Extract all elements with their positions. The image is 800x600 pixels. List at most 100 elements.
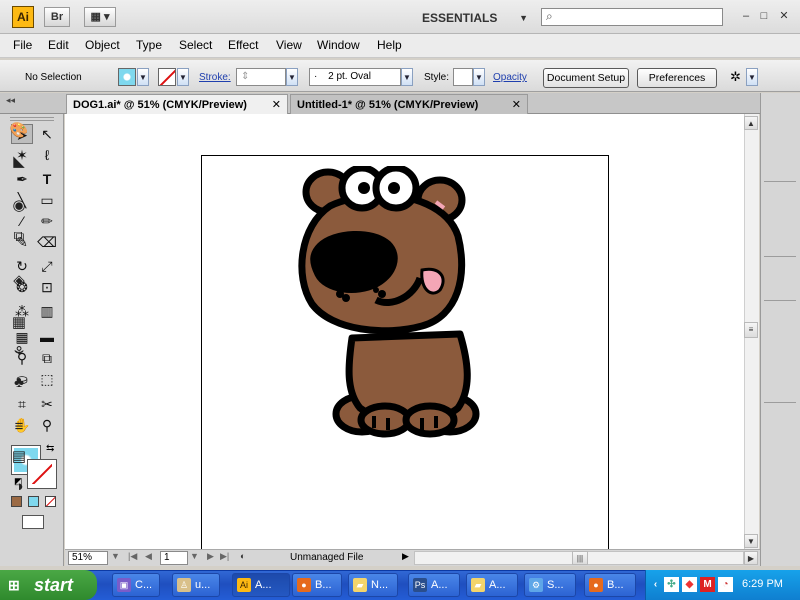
tab-dog1[interactable]: DOG1.ai* @ 51% (CMYK/Preview) ✕ — [66, 94, 288, 114]
close-tab-icon[interactable]: ✕ — [512, 95, 521, 115]
lasso-tool-icon[interactable]: ℓ — [36, 145, 58, 165]
tray-network-icon[interactable]: ✣ — [664, 577, 679, 592]
menu-type[interactable]: Type — [136, 38, 162, 52]
document-setup-button[interactable]: Document Setup — [543, 68, 629, 88]
screen-mode-icon[interactable] — [22, 515, 44, 529]
menu-view[interactable]: View — [276, 38, 302, 52]
layers-icon[interactable]: ◈ — [8, 270, 30, 292]
taskbar-item-illustrator[interactable]: Ai A... — [232, 573, 290, 597]
arrange-documents-button[interactable]: ▦ ▾ — [84, 7, 116, 27]
next-page-icon[interactable]: ▶ — [207, 551, 214, 562]
tray-volume-icon[interactable]: ◔ — [718, 577, 733, 592]
zoom-dropdown-icon[interactable]: ▼ — [111, 551, 120, 561]
menu-effect[interactable]: Effect — [228, 38, 258, 52]
taskbar-item[interactable]: ▣ C... — [112, 573, 160, 597]
maximize-button[interactable]: □ — [756, 8, 772, 24]
graphic-style-dropdown[interactable]: ▼ — [473, 68, 485, 86]
taskbar-item[interactable]: ♙ u... — [172, 573, 220, 597]
pencil-tool-icon[interactable]: ✏ — [36, 211, 58, 231]
workspace-switcher[interactable]: ESSENTIALS ▼ — [422, 8, 532, 28]
bridge-button[interactable]: Br — [44, 7, 70, 27]
swatches-icon[interactable]: ▦ — [8, 312, 30, 334]
horizontal-scroll-thumb[interactable]: ||| — [572, 551, 588, 565]
menu-window[interactable]: Window — [317, 38, 360, 52]
symbols-icon[interactable]: ♣ — [8, 372, 30, 394]
fill-swatch[interactable] — [118, 68, 136, 86]
swap-colors-icon[interactable]: ⇆ — [46, 443, 54, 454]
minimize-button[interactable]: – — [738, 8, 754, 24]
eraser-tool-icon[interactable]: ⌫ — [36, 232, 58, 252]
brush-definition-field[interactable]: · 2 pt. Oval — [309, 68, 401, 86]
stroke-swatch[interactable] — [158, 68, 176, 86]
scroll-down-button[interactable]: ▼ — [744, 534, 758, 548]
tray-app-icon[interactable]: ◆ — [682, 577, 697, 592]
fill-dropdown-button[interactable]: ▼ — [137, 68, 149, 86]
menu-file[interactable]: File — [13, 38, 32, 52]
live-paint-selection-tool-icon[interactable]: ⬚ — [36, 369, 58, 389]
arrange-icon[interactable]: ✲ — [730, 69, 741, 85]
tray-mcafee-icon[interactable]: M — [700, 577, 715, 592]
scale-tool-icon[interactable]: ⤢ — [36, 256, 58, 276]
color-panel-icon[interactable]: 🎨 — [8, 120, 30, 142]
firefox-icon: ● — [589, 578, 603, 592]
gradient-panel-icon[interactable]: ▤ — [8, 446, 30, 468]
blend-tool-icon[interactable]: ⧉ — [36, 348, 58, 368]
stroke-panel-icon[interactable]: ≡ — [8, 416, 30, 438]
taskbar-item[interactable]: ▰ A... — [466, 573, 518, 597]
close-tab-icon[interactable]: ✕ — [272, 95, 281, 115]
stroke-weight-field[interactable]: ⇕ — [236, 68, 286, 86]
preferences-button[interactable]: Preferences — [637, 68, 717, 88]
vertical-scroll-thumb[interactable]: ≡ — [744, 322, 758, 338]
brushes-icon[interactable]: ⚘ — [8, 342, 30, 364]
zoom-level-field[interactable]: 51% — [68, 551, 108, 565]
transparency-icon[interactable]: ◑ — [8, 476, 30, 498]
folder-icon: ▰ — [353, 578, 367, 592]
zoom-tool-icon[interactable]: ⚲ — [36, 415, 58, 435]
previous-page-icon[interactable]: ◀ — [145, 551, 152, 562]
page-number-field[interactable]: 1 — [160, 551, 188, 565]
appearance-icon[interactable]: ◉ — [8, 195, 30, 217]
color-guide-icon[interactable]: ◣ — [8, 151, 30, 173]
taskbar-item[interactable]: ▰ N... — [348, 573, 398, 597]
menu-select[interactable]: Select — [179, 38, 212, 52]
scroll-up-button[interactable]: ▲ — [744, 116, 758, 130]
direct-selection-tool-icon[interactable]: ↖ — [36, 124, 58, 144]
gradient-tool-icon[interactable]: ▬ — [36, 327, 58, 347]
opacity-link[interactable]: Opacity — [493, 72, 527, 83]
start-button[interactable]: ⊞ start — [0, 570, 97, 600]
brush-dropdown[interactable]: ▼ — [401, 68, 413, 86]
search-input[interactable]: ⌕ — [541, 8, 723, 26]
control-panel-menu-button[interactable]: ▼ — [746, 68, 758, 86]
tab-untitled-1[interactable]: Untitled-1* @ 51% (CMYK/Preview) ✕ — [290, 94, 528, 114]
page-dropdown-icon[interactable]: ▼ — [190, 551, 199, 561]
graphic-style-swatch[interactable] — [453, 68, 473, 86]
menu-help[interactable]: Help — [377, 38, 402, 52]
close-button[interactable]: ✕ — [776, 8, 792, 24]
taskbar-item[interactable]: ● B... — [292, 573, 342, 597]
scroll-right-button[interactable]: ▶ — [744, 551, 758, 565]
taskbar-item[interactable]: ● B... — [584, 573, 636, 597]
stroke-weight-dropdown[interactable]: ▼ — [286, 68, 298, 86]
stroke-color-box[interactable] — [27, 459, 57, 489]
none-mode-button[interactable] — [45, 496, 56, 507]
stroke-label[interactable]: Stroke: — [199, 72, 231, 83]
canvas[interactable] — [65, 114, 744, 549]
free-transform-tool-icon[interactable]: ⊡ — [36, 277, 58, 297]
last-page-icon[interactable]: ▶| — [220, 551, 229, 562]
taskbar-item[interactable]: ⚙ S... — [524, 573, 576, 597]
column-graph-tool-icon[interactable]: ▥ — [36, 301, 58, 321]
menu-object[interactable]: Object — [85, 38, 120, 52]
crop-area-tool-icon[interactable]: ⌗ — [11, 394, 33, 414]
status-menu-icon[interactable]: ◐ — [240, 551, 245, 561]
slice-tool-icon[interactable]: ✂ — [36, 394, 58, 414]
taskbar-item[interactable]: Ps A... — [408, 573, 460, 597]
menu-edit[interactable]: Edit — [48, 38, 69, 52]
rectangle-tool-icon[interactable]: ▭ — [36, 190, 58, 210]
collapse-tools-icon[interactable]: ◂◂ — [6, 95, 15, 106]
first-page-icon[interactable]: |◀ — [128, 551, 137, 562]
stroke-dropdown-button[interactable]: ▼ — [177, 68, 189, 86]
tray-expand-icon[interactable]: ‹ — [648, 577, 663, 592]
status-menu-arrow-icon[interactable]: ▶ — [402, 551, 409, 562]
type-tool-icon[interactable]: T — [36, 169, 58, 189]
graphic-styles-icon[interactable]: ⧉ — [8, 226, 30, 248]
